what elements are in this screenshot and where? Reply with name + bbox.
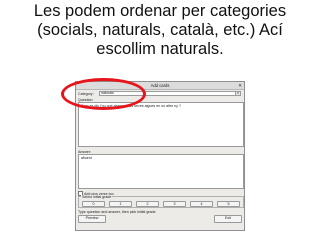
grade-group: Select initial grade 0 1 2 3 4 5 (78, 195, 244, 208)
hint-text: Type question and answer, then pick init… (78, 210, 157, 214)
grade-button-5[interactable]: 5 (217, 201, 240, 207)
grade-button-1[interactable]: 1 (109, 201, 132, 207)
grade-button-3[interactable]: 3 (163, 201, 186, 207)
question-text: Com es diu l'ou que abaquen les seves al… (81, 104, 181, 108)
grade-button-4[interactable]: 4 (190, 201, 213, 207)
category-label: Category: (78, 92, 94, 96)
exit-button[interactable]: Exit (214, 215, 242, 223)
category-value: naturals (101, 91, 114, 95)
grade-button-0[interactable]: 0 (82, 201, 105, 207)
caption-line-3: escollim naturals. (96, 40, 224, 58)
slide-caption: Les podem ordenar per categories (social… (0, 2, 320, 59)
answer-text: afluent (81, 156, 92, 160)
grade-legend: Select initial grade (81, 195, 113, 199)
grade-button-2[interactable]: 2 (136, 201, 159, 207)
dialog-titlebar: Add cards ✕ (76, 82, 244, 90)
question-field[interactable]: Com es diu l'ou que abaquen les seves al… (78, 102, 244, 147)
grade-buttons: 0 1 2 3 4 5 (82, 201, 240, 207)
chevron-down-icon[interactable]: ▾ (235, 91, 240, 95)
close-icon[interactable]: ✕ (238, 82, 242, 89)
caption-line-1: Les podem ordenar per categories (33, 2, 287, 20)
category-select[interactable]: naturals ▾ (99, 91, 241, 96)
caption-line-2: (socials, naturals, català, etc.) Ací (37, 21, 283, 39)
dialog-title: Add cards (150, 83, 170, 88)
answer-field[interactable]: afluent (78, 154, 244, 189)
add-cards-dialog: Add cards ✕ Category: naturals ▾ Questio… (75, 81, 245, 231)
preview-button[interactable]: Preview (78, 215, 106, 223)
